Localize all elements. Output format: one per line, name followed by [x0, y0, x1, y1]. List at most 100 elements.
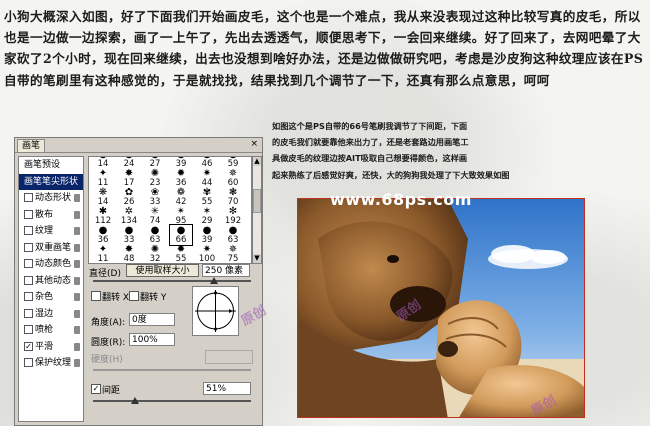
brush-option-item[interactable]: 双重画笔: [19, 240, 83, 257]
close-icon[interactable]: ×: [250, 139, 258, 149]
dog-illustration: [298, 199, 584, 417]
tab-brushes[interactable]: 画笔: [17, 139, 46, 152]
brush-size-label: 48: [123, 254, 135, 264]
option-checkbox[interactable]: [24, 193, 33, 202]
brush-preset-tile[interactable]: ● 63: [222, 225, 244, 245]
brush-preset-tile[interactable]: ● 66: [169, 224, 193, 246]
spacing-field[interactable]: 51%: [203, 382, 251, 395]
lock-icon[interactable]: [74, 309, 80, 318]
option-label: 动态形状: [35, 193, 72, 203]
brush-preset-tile[interactable]: ✦ 11: [92, 168, 114, 188]
scroll-down-icon[interactable]: ▼: [253, 254, 261, 263]
brush-preset-tile[interactable]: ✷ 44: [196, 168, 218, 188]
option-label: 保护纹理: [35, 358, 72, 368]
option-label: 湿边: [35, 308, 54, 319]
brush-preset-tile[interactable]: ✸ 17: [118, 168, 140, 188]
brush-preset-tile[interactable]: ✻ 192: [222, 206, 244, 226]
brush-preset-tile[interactable]: ● 33: [118, 225, 140, 245]
angle-label: 角度(A):: [91, 318, 126, 328]
site-url: www.68ps.com: [330, 190, 472, 209]
brush-preset-tile[interactable]: ●39: [196, 225, 218, 245]
lock-icon[interactable]: [74, 194, 80, 202]
lock-icon[interactable]: [74, 342, 80, 351]
brush-preset-tile[interactable]: ✲ 134: [118, 206, 140, 226]
lock-icon[interactable]: [74, 227, 80, 235]
angle-roundness-widget[interactable]: [192, 286, 239, 336]
option-checkbox[interactable]: [24, 358, 33, 367]
brush-preset-tile[interactable]: ✿ 26: [118, 187, 140, 207]
option-checkbox[interactable]: [24, 226, 33, 235]
brush-preset-tile[interactable]: ✹ 55: [170, 244, 192, 264]
lock-icon[interactable]: [74, 243, 80, 252]
roundness-field[interactable]: 100%: [129, 333, 175, 346]
lock-icon[interactable]: [74, 293, 80, 301]
option-checkbox[interactable]: [24, 259, 33, 268]
brush-preset-tile[interactable]: ✱ 112: [92, 206, 114, 226]
brush-preset-tile[interactable]: ● 63: [144, 225, 166, 245]
caption-line: 具做皮毛的纹理边按AIT吸取自己想要得颜色，这样画: [272, 153, 468, 164]
diameter-field[interactable]: 250 像素: [202, 264, 250, 277]
brush-option-item[interactable]: 画笔预设: [19, 157, 83, 174]
brush-preset-tile[interactable]: ❁ 42: [170, 187, 192, 207]
brush-option-item[interactable]: 动态颜色: [19, 256, 83, 273]
brush-preset-tile[interactable]: ✸ 48: [118, 244, 140, 264]
brush-option-item[interactable]: 散布: [19, 207, 83, 224]
caption-line: 起来熟练了后感觉好爽，还快，大的狗狗我处理了下大致效果如图: [272, 169, 510, 180]
brush-option-item[interactable]: 画笔笔尖形状: [19, 173, 83, 190]
brush-preset-tile[interactable]: ❀ 33: [144, 187, 166, 207]
lock-icon[interactable]: [74, 276, 80, 285]
brush-option-item[interactable]: 其他动态: [19, 273, 83, 290]
roundness-label: 圆度(R):: [91, 338, 126, 348]
spacing-slider-knob[interactable]: [131, 397, 139, 404]
option-checkbox[interactable]: [24, 242, 33, 252]
lock-icon[interactable]: [74, 210, 80, 219]
angle-field[interactable]: 0度: [129, 313, 175, 326]
brush-option-item[interactable]: 湿边: [19, 306, 83, 323]
brush-preset-tile[interactable]: ❋ 14: [92, 187, 114, 207]
brush-preset-tile[interactable]: ✵ 75: [222, 244, 244, 263]
brush-preset-tile[interactable]: ❃ 70: [222, 187, 244, 207]
brush-option-item[interactable]: 纹理: [19, 223, 83, 240]
option-checkbox[interactable]: ✓: [24, 341, 33, 351]
scroll-thumb[interactable]: [253, 189, 261, 213]
flip-y-checkbox[interactable]: [129, 291, 139, 301]
brush-size-label: 55: [175, 254, 187, 264]
diameter-slider-track[interactable]: [93, 280, 251, 282]
hardness-field: [205, 350, 253, 364]
option-checkbox[interactable]: [24, 308, 33, 318]
brush-preset-tile[interactable]: ✹ 36: [170, 168, 192, 188]
option-label: 喷枪: [35, 325, 54, 335]
brush-preset-tile[interactable]: ✷ 100: [196, 244, 218, 263]
preset-scrollbar[interactable]: ▲ ▼: [252, 156, 262, 264]
lock-icon[interactable]: [74, 359, 80, 367]
option-checkbox[interactable]: [24, 292, 33, 301]
brush-preset-tile[interactable]: ✺ 32: [144, 244, 166, 263]
brush-preset-tile[interactable]: ● 36: [92, 225, 114, 245]
brushes-panel: 画笔 × 画笔预设 画笔笔尖形状动态形状散布 纹理 双重画笔 动态颜色其他动态杂色湿边喷…: [14, 137, 263, 426]
brush-option-item[interactable]: 保护纹理: [19, 355, 83, 372]
lock-icon[interactable]: [74, 326, 80, 334]
brush-option-item[interactable]: ✓ 平滑: [19, 339, 83, 356]
lock-icon[interactable]: [74, 260, 80, 268]
brush-preset-tile[interactable]: ✳ 74: [144, 206, 166, 226]
brush-preset-tile[interactable]: ✵ 60: [222, 168, 244, 188]
option-label: 杂色: [35, 292, 54, 302]
flip-x-checkbox[interactable]: [91, 291, 101, 301]
brush-preset-tile[interactable]: ✴ 95: [170, 206, 192, 226]
brush-option-item[interactable]: 杂色: [19, 289, 83, 306]
brush-preset-tile[interactable]: ✺ 23: [144, 168, 166, 188]
brush-preset-tile[interactable]: ✾ 55: [196, 187, 218, 207]
use-sample-size-button[interactable]: 使用取样大小: [126, 264, 199, 277]
option-label: 其他动态: [35, 275, 72, 286]
scroll-up-icon[interactable]: ▲: [253, 157, 261, 166]
option-checkbox[interactable]: [24, 275, 33, 285]
option-checkbox[interactable]: [24, 325, 33, 334]
brush-option-item[interactable]: 喷枪: [19, 322, 83, 339]
spacing-slider-track[interactable]: [93, 400, 251, 402]
spacing-checkbox[interactable]: ✓: [91, 384, 101, 394]
brush-preset-tile[interactable]: ✶ 29: [196, 206, 218, 226]
option-checkbox[interactable]: [24, 209, 33, 219]
brush-option-item[interactable]: 动态形状: [19, 190, 83, 207]
diameter-slider-knob[interactable]: [210, 277, 218, 284]
brush-preset-tile[interactable]: ✦ 11: [92, 244, 114, 263]
